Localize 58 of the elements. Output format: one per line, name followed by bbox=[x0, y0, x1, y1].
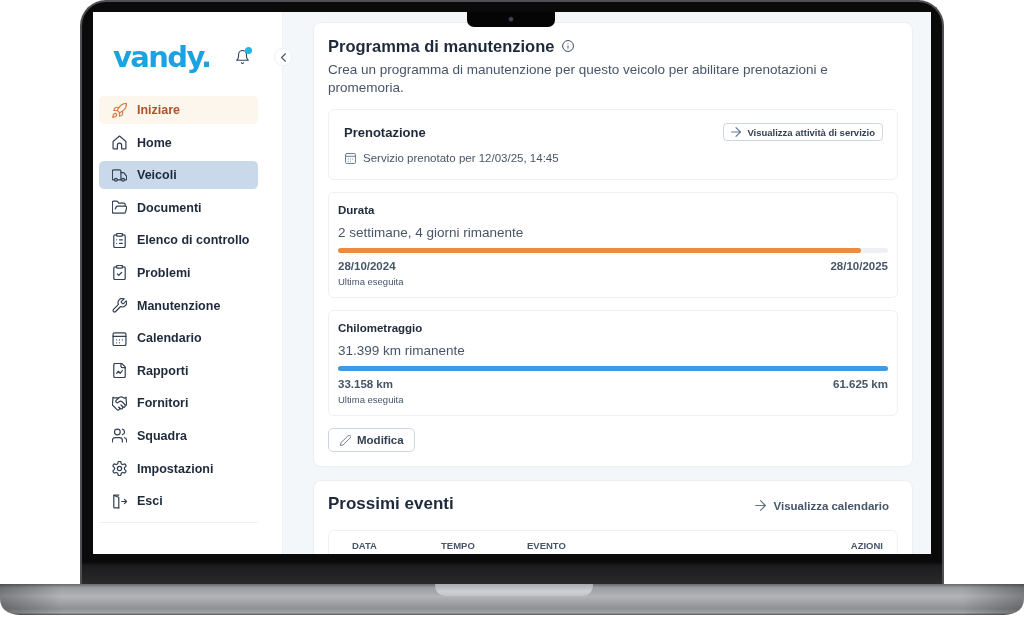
clipboard-check-icon bbox=[112, 265, 127, 281]
wrench-icon bbox=[112, 298, 127, 314]
arrow-right-icon bbox=[754, 500, 766, 511]
column-header: TEMPO bbox=[441, 540, 475, 552]
meter-title: Durata bbox=[338, 203, 376, 217]
sidebar-item[interactable]: Documenti bbox=[99, 193, 258, 222]
chevron-left-icon bbox=[280, 52, 286, 62]
sidebar-item[interactable]: Manutenzione bbox=[99, 291, 258, 320]
calendar-icon bbox=[112, 330, 127, 346]
column-header: EVENTO bbox=[527, 540, 566, 552]
start-value: 33.158 km bbox=[338, 377, 393, 391]
sidebar-item[interactable]: Squadra bbox=[99, 421, 258, 450]
column-header: DATA bbox=[352, 540, 377, 552]
start-value: 28/10/2024 bbox=[338, 259, 396, 273]
events-title: Prossimi eventi bbox=[328, 493, 454, 515]
notifications-button[interactable] bbox=[236, 50, 249, 64]
meter-title: Chilometraggio bbox=[338, 321, 424, 335]
last-done-caption: Ultima eseguita bbox=[338, 276, 405, 288]
sidebar-item[interactable]: Elenco di controllo bbox=[99, 226, 258, 255]
sidebar-item[interactable]: Rapporti bbox=[99, 356, 258, 385]
folder-icon bbox=[112, 200, 127, 216]
settings-icon bbox=[112, 461, 127, 477]
section-title: Programma di manutenzione bbox=[328, 36, 555, 56]
sidebar-item[interactable]: Calendario bbox=[99, 324, 258, 353]
calendar-icon bbox=[345, 152, 356, 164]
last-done-caption: Ultima eseguita bbox=[338, 394, 405, 406]
collapse-sidebar-button[interactable] bbox=[274, 48, 292, 66]
service-activity-button[interactable]: Visualizza attività di servizio bbox=[723, 123, 883, 141]
remaining-text: 2 settimane, 4 giorni rimanente bbox=[338, 224, 525, 242]
rocket-icon bbox=[112, 102, 127, 118]
booking-title: Prenotazione bbox=[344, 124, 426, 140]
remaining-text: 31.399 km rimanente bbox=[338, 342, 466, 360]
handshake-icon bbox=[112, 395, 127, 411]
calendar-link[interactable]: Visualizza calendario bbox=[754, 499, 889, 512]
edit-button[interactable]: Modifica bbox=[328, 428, 415, 452]
sidebar-item[interactable]: Problemi bbox=[99, 258, 258, 287]
truck-icon bbox=[112, 167, 127, 183]
arrow-right-icon bbox=[731, 127, 742, 137]
end-value: 61.625 km bbox=[833, 377, 888, 391]
users-icon bbox=[112, 428, 127, 444]
booking-detail: Servizio prenotato per 12/03/25, 14:45 bbox=[363, 151, 559, 166]
end-value: 28/10/2025 bbox=[830, 259, 888, 273]
home-icon bbox=[112, 135, 127, 151]
logo: vandy. bbox=[113, 39, 211, 75]
pencil-icon bbox=[340, 434, 351, 446]
bell-icon bbox=[236, 50, 249, 64]
sidebar-item[interactable]: Home bbox=[99, 128, 258, 157]
sidebar-item[interactable]: Esci bbox=[99, 487, 258, 516]
clipboard-list-icon bbox=[112, 232, 127, 248]
info-icon bbox=[562, 40, 575, 52]
exit-door-icon bbox=[112, 493, 127, 509]
column-header: AZIONI bbox=[850, 540, 883, 552]
sidebar-item[interactable]: Impostazioni bbox=[99, 454, 258, 483]
description-text: Crea un programma di manutenzione per questo veicolo per abilitare prenotazioni e promemoria. bbox=[328, 61, 829, 97]
sidebar-item[interactable]: Veicoli bbox=[99, 161, 258, 190]
sidebar-item[interactable]: Fornitori bbox=[99, 389, 258, 418]
document-chart-icon bbox=[112, 363, 127, 379]
sidebar-item[interactable]: Iniziare bbox=[99, 96, 258, 124]
